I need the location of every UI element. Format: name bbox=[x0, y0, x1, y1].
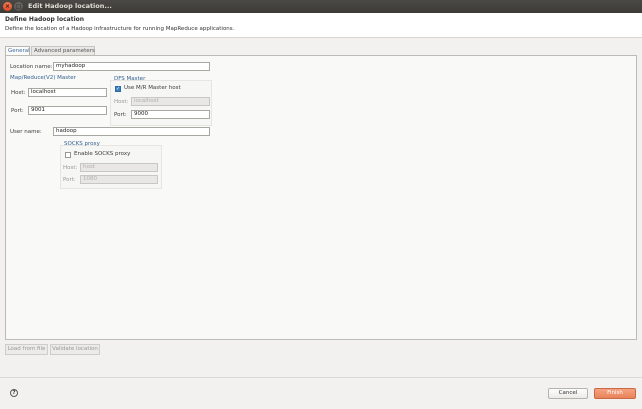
enable-socks-label: Enable SOCKS proxy bbox=[74, 151, 131, 157]
socks-port-input[interactable]: 1080 bbox=[80, 175, 158, 184]
mapreduce-host-label: Host: bbox=[11, 90, 26, 96]
header-title: Define Hadoop location bbox=[5, 16, 85, 23]
dialog-footer: ? Cancel Finish bbox=[0, 377, 642, 409]
socks-host-input[interactable]: host bbox=[80, 163, 158, 172]
use-mr-host-checkbox[interactable]: ✓ bbox=[115, 86, 121, 92]
socks-port-label: Port: bbox=[63, 177, 76, 183]
load-from-file-button[interactable]: Load from file bbox=[5, 344, 48, 355]
user-name-label: User name: bbox=[10, 129, 42, 135]
dfs-host-input[interactable]: localhost bbox=[131, 97, 210, 106]
close-icon[interactable]: × bbox=[3, 2, 12, 11]
maximize-icon[interactable]: □ bbox=[14, 2, 23, 11]
socks-proxy-title: SOCKS proxy bbox=[64, 141, 100, 147]
dfs-host-label: Host: bbox=[114, 99, 129, 105]
window-titlebar: × □ Edit Hadoop location... bbox=[0, 0, 642, 13]
header-description: Define the location of a Hadoop infrastr… bbox=[5, 26, 235, 32]
mapreduce-port-label: Port: bbox=[11, 108, 24, 114]
validate-location-button[interactable]: Validate location bbox=[50, 344, 100, 355]
tab-advanced-parameters[interactable]: Advanced parameters bbox=[31, 46, 95, 55]
finish-button[interactable]: Finish bbox=[594, 388, 636, 399]
location-name-input[interactable]: myhadoop bbox=[53, 62, 210, 71]
dfs-port-label: Port: bbox=[114, 112, 127, 118]
use-mr-host-label: Use M/R Master host bbox=[124, 85, 181, 91]
general-tab-panel: Location name: myhadoop Map/Reduce(V2) M… bbox=[5, 55, 637, 340]
enable-socks-checkbox[interactable] bbox=[65, 152, 71, 158]
help-icon[interactable]: ? bbox=[10, 389, 18, 397]
user-name-input[interactable]: hadoop bbox=[53, 127, 210, 136]
window-title: Edit Hadoop location... bbox=[28, 2, 112, 10]
mapreduce-master-title: Map/Reduce(V2) Master bbox=[10, 75, 76, 81]
mapreduce-host-input[interactable]: localhost bbox=[28, 88, 107, 97]
dfs-port-input[interactable]: 9000 bbox=[131, 110, 210, 119]
dfs-master-title: DFS Master bbox=[114, 76, 146, 82]
socks-host-label: Host: bbox=[63, 165, 78, 171]
mapreduce-port-input[interactable]: 9001 bbox=[28, 106, 107, 115]
location-name-label: Location name: bbox=[10, 64, 53, 70]
dialog-header: Define Hadoop location Define the locati… bbox=[0, 13, 642, 38]
tab-general[interactable]: General bbox=[5, 46, 30, 55]
cancel-button[interactable]: Cancel bbox=[548, 388, 588, 399]
